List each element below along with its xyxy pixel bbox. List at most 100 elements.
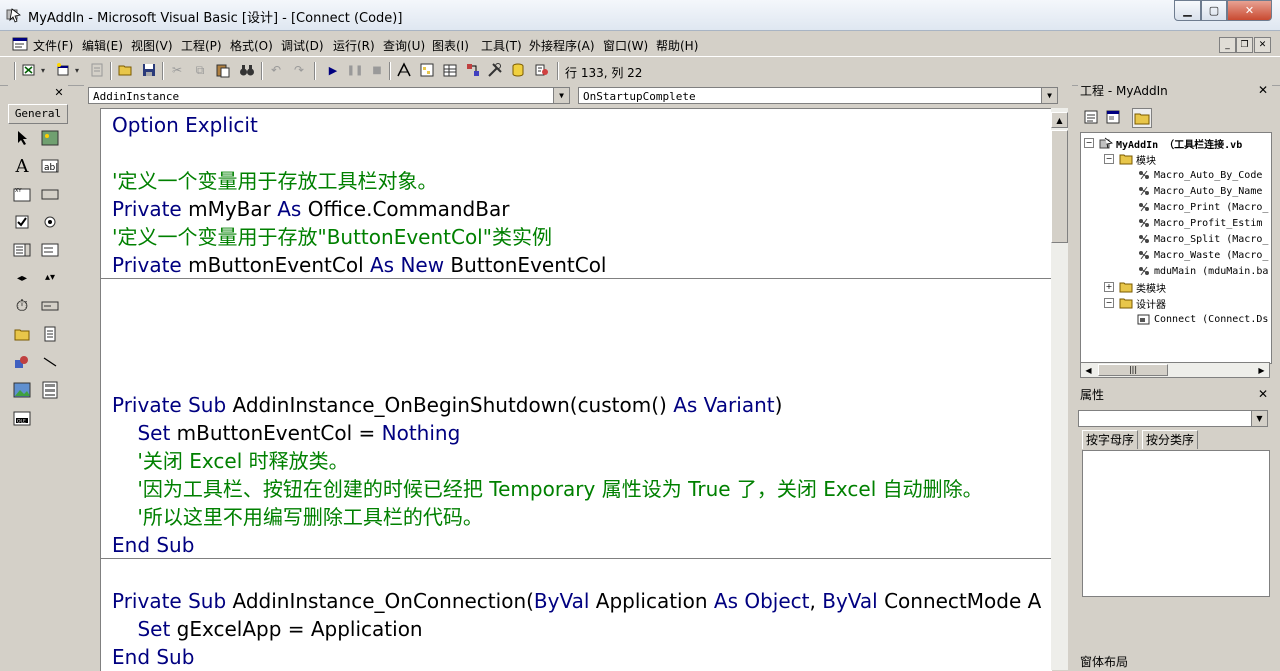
tool-ole[interactable]: OLE	[12, 408, 32, 428]
code-line[interactable]: '定义一个变量用于存放"ButtonEventCol"类实例	[112, 223, 552, 251]
view-code-button[interactable]	[1082, 108, 1100, 126]
tool-optionbutton[interactable]	[40, 212, 60, 232]
tree-node[interactable]: 模块	[1119, 151, 1156, 167]
code-line[interactable]: End Sub	[112, 531, 194, 559]
properties-pane-close-button[interactable]: ✕	[1256, 387, 1270, 401]
tool-commandbutton[interactable]	[40, 184, 60, 204]
tool-textbox[interactable]: ab|	[40, 156, 60, 176]
code-line[interactable]: '关闭 Excel 时释放类。	[112, 447, 348, 475]
insert-userform-button[interactable]	[54, 61, 72, 79]
project-explorer-button[interactable]	[418, 61, 436, 79]
chevron-down-icon[interactable]: ▼	[553, 88, 569, 103]
visual-component-manager-button[interactable]	[533, 61, 551, 79]
tool-data[interactable]	[40, 380, 60, 400]
tool-label[interactable]: A	[12, 156, 32, 177]
tab-alphabetic[interactable]: 按字母序	[1082, 430, 1139, 449]
toolbox-tab-general[interactable]: General	[8, 104, 68, 124]
tree-node[interactable]: Macro_Auto_By_Code	[1137, 167, 1262, 183]
menu-tools[interactable]: 工具(T)	[481, 37, 522, 54]
scroll-left-icon[interactable]: ◀	[1081, 363, 1096, 377]
code-line[interactable]: Private Sub AddinInstance_OnConnection(B…	[112, 587, 1041, 615]
toggle-folders-button[interactable]	[1132, 108, 1152, 128]
menu-help[interactable]: 帮助(H)	[656, 37, 698, 54]
save-disabled-button[interactable]	[88, 61, 106, 79]
scroll-up-icon[interactable]: ▲	[1051, 112, 1068, 128]
code-line[interactable]: Private Sub AddinInstance_OnBeginShutdow…	[112, 391, 782, 419]
maximize-button[interactable]: ▢	[1201, 0, 1227, 21]
tool-filelistbox[interactable]	[40, 324, 60, 344]
code-vertical-scrollbar[interactable]: ▲	[1051, 108, 1068, 670]
break-button[interactable]: ❚❚	[346, 61, 364, 79]
scrollbar-thumb[interactable]	[1051, 130, 1068, 243]
tool-combobox[interactable]	[12, 240, 32, 260]
close-button[interactable]: ✕	[1227, 0, 1272, 21]
run-button[interactable]: ▶	[324, 61, 342, 79]
menu-query[interactable]: 查询(U)	[383, 37, 425, 54]
mdi-close-button[interactable]: ✕	[1254, 37, 1271, 53]
collapse-icon[interactable]: −	[1104, 298, 1114, 308]
code-editor[interactable]: Option Explicit '定义一个变量用于存放工具栏对象。 Private …	[100, 108, 1052, 671]
undo-button[interactable]: ↶	[267, 61, 285, 79]
scrollbar-thumb[interactable]: |||	[1098, 364, 1168, 376]
tool-checkbox[interactable]	[12, 212, 32, 232]
tool-pointer[interactable]	[12, 128, 32, 148]
properties-grid[interactable]	[1082, 450, 1270, 597]
object-browser-button[interactable]	[464, 61, 482, 79]
save-button[interactable]	[140, 61, 158, 79]
menu-window[interactable]: 窗口(W)	[603, 37, 648, 54]
minimize-button[interactable]: ▁	[1174, 0, 1201, 21]
tree-node[interactable]: Macro_Print (Macro_	[1137, 199, 1268, 215]
tool-dirlistbox[interactable]	[12, 324, 32, 344]
tool-timer[interactable]: ⏱	[12, 296, 32, 316]
collapse-icon[interactable]: −	[1104, 154, 1114, 164]
tool-vscrollbar[interactable]: ▴▾	[40, 268, 60, 288]
title-bar[interactable]: MyAddIn - Microsoft Visual Basic [设计] - …	[0, 0, 1280, 31]
tree-node[interactable]: Macro_Split (Macro_	[1137, 231, 1268, 247]
procedure-combo[interactable]: OnStartupComplete ▼	[578, 87, 1058, 104]
code-line[interactable]: '定义一个变量用于存放工具栏对象。	[112, 167, 438, 195]
properties-object-combo[interactable]: ▼	[1078, 410, 1268, 427]
code-line[interactable]: Private mMyBar As Office.CommandBar	[112, 195, 509, 223]
object-combo[interactable]: AddinInstance ▼	[88, 87, 570, 104]
code-line[interactable]: '所以这里不用编写删除工具栏的代码。	[112, 503, 483, 531]
open-button[interactable]	[117, 61, 135, 79]
find-button[interactable]	[238, 61, 256, 79]
view-dropdown-arrow[interactable]: ▾	[38, 61, 48, 79]
view-excel-button[interactable]	[20, 61, 38, 79]
code-line[interactable]: Set gExcelApp = Application	[112, 615, 422, 643]
tree-node[interactable]: Macro_Waste (Macro_	[1137, 247, 1268, 263]
tree-node[interactable]: 设计器	[1119, 295, 1166, 311]
tree-node[interactable]: MyAddIn （工具栏连接.vb	[1099, 135, 1242, 151]
tree-node[interactable]: Connect (Connect.Ds	[1137, 311, 1268, 327]
menu-edit[interactable]: 编辑(E)	[82, 37, 123, 54]
code-line[interactable]: '因为工具栏、按钮在创建的时候已经把 Temporary 属性设为 True 了…	[112, 475, 982, 503]
tree-node[interactable]: mduMain (mduMain.ba	[1137, 263, 1268, 279]
tree-node[interactable]: 类模块	[1119, 279, 1166, 295]
menu-view[interactable]: 视图(V)	[131, 37, 173, 54]
chevron-down-icon[interactable]: ▼	[1251, 411, 1267, 426]
menu-addins[interactable]: 外接程序(A)	[529, 37, 595, 54]
reset-button[interactable]: ■	[368, 61, 386, 79]
tab-categorized[interactable]: 按分类序	[1142, 430, 1199, 449]
tool-listbox[interactable]	[40, 240, 60, 260]
tree-node[interactable]: Macro_Auto_By_Name	[1137, 183, 1262, 199]
mdi-restore-button[interactable]: ❐	[1236, 37, 1253, 53]
mdi-minimize-button[interactable]: _	[1219, 37, 1236, 53]
code-line[interactable]: Option Explicit	[112, 111, 258, 139]
menu-diagram[interactable]: 图表(I)	[432, 37, 469, 54]
tool-frame[interactable]: XY	[12, 184, 32, 204]
project-tree[interactable]: − MyAddIn （工具栏连接.vb − 模块 Macro_Auto_By_Code M…	[1080, 132, 1272, 364]
chevron-down-icon[interactable]: ▼	[1041, 88, 1057, 103]
cut-button[interactable]: ✂	[168, 61, 186, 79]
menu-project[interactable]: 工程(P)	[181, 37, 222, 54]
project-horizontal-scrollbar[interactable]: ◀ ||| ▶	[1080, 362, 1270, 378]
code-line[interactable]: Private mButtonEventCol As New ButtonEve…	[112, 251, 606, 279]
tool-hscrollbar[interactable]: ◂▸	[12, 268, 32, 288]
tool-shape[interactable]	[12, 352, 32, 372]
collapse-icon[interactable]: −	[1084, 138, 1094, 148]
properties-window-button[interactable]	[441, 61, 459, 79]
project-pane-close-button[interactable]: ✕	[1256, 83, 1270, 97]
tool-picture[interactable]	[40, 128, 60, 148]
tool-drivelistbox[interactable]	[40, 296, 60, 316]
code-window-icon[interactable]	[12, 36, 28, 52]
